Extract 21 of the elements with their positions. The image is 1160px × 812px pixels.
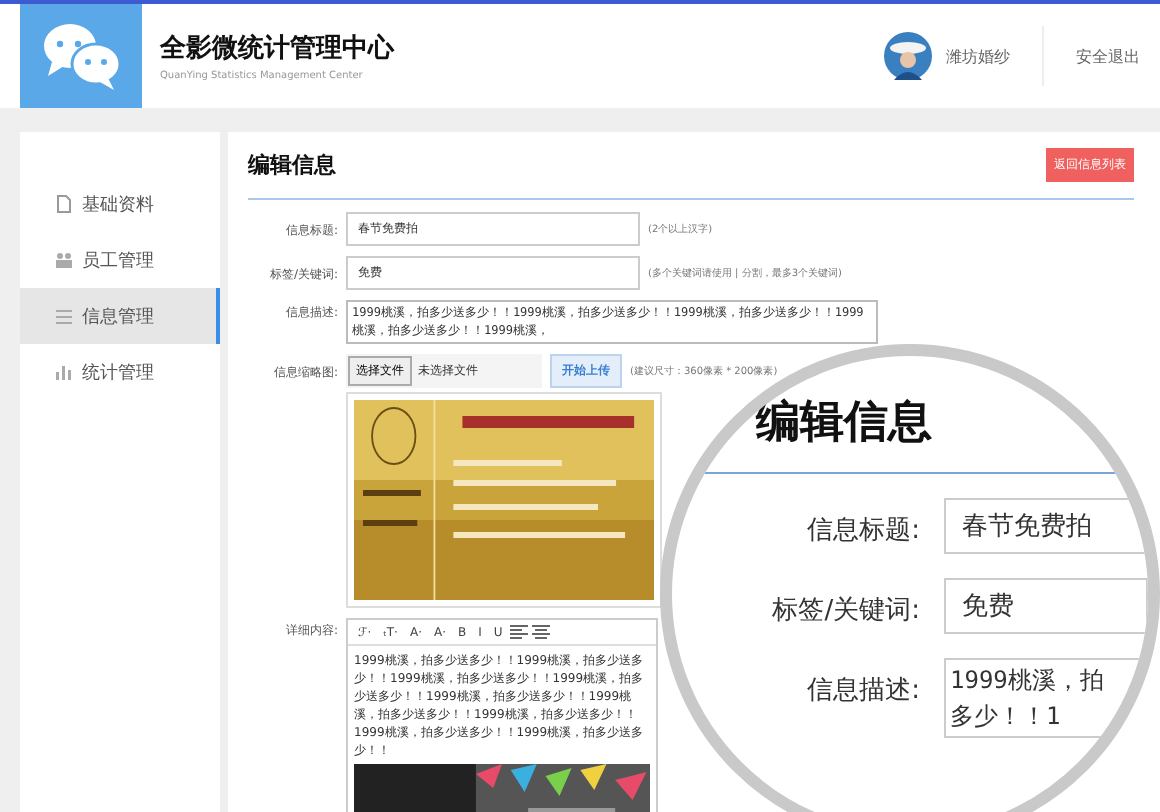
sidebar-item[interactable]: 统计管理 [20,344,220,400]
magnified-field: 免费 [944,578,1148,634]
logout-link[interactable]: 安全退出 [1076,45,1140,67]
magnified-label: 信息描述: [805,674,920,708]
sidebar-item[interactable]: 员工管理 [20,232,220,288]
document-icon [54,194,74,214]
list-icon [54,306,74,326]
sidebar-item[interactable]: 信息管理 [20,288,220,344]
avatar-icon[interactable] [884,32,932,80]
app-title: 全影微统计管理中心 [160,31,394,66]
magnified-heading: 编辑信息 [756,396,934,452]
magnified-label: 信息标题: [805,514,920,548]
magnified-field: 春节免费拍 [944,498,1148,554]
bar-chart-icon [54,362,74,382]
align-center-icon[interactable] [532,624,551,640]
magnified-label: 标签/关键词: [770,594,920,628]
sidebar-item[interactable]: 基础资料 [20,176,220,232]
people-icon [54,250,74,270]
align-left-icon[interactable] [510,624,529,640]
user-name[interactable]: 潍坊婚纱 [946,45,1010,67]
page-heading: 编辑信息 [248,150,336,180]
